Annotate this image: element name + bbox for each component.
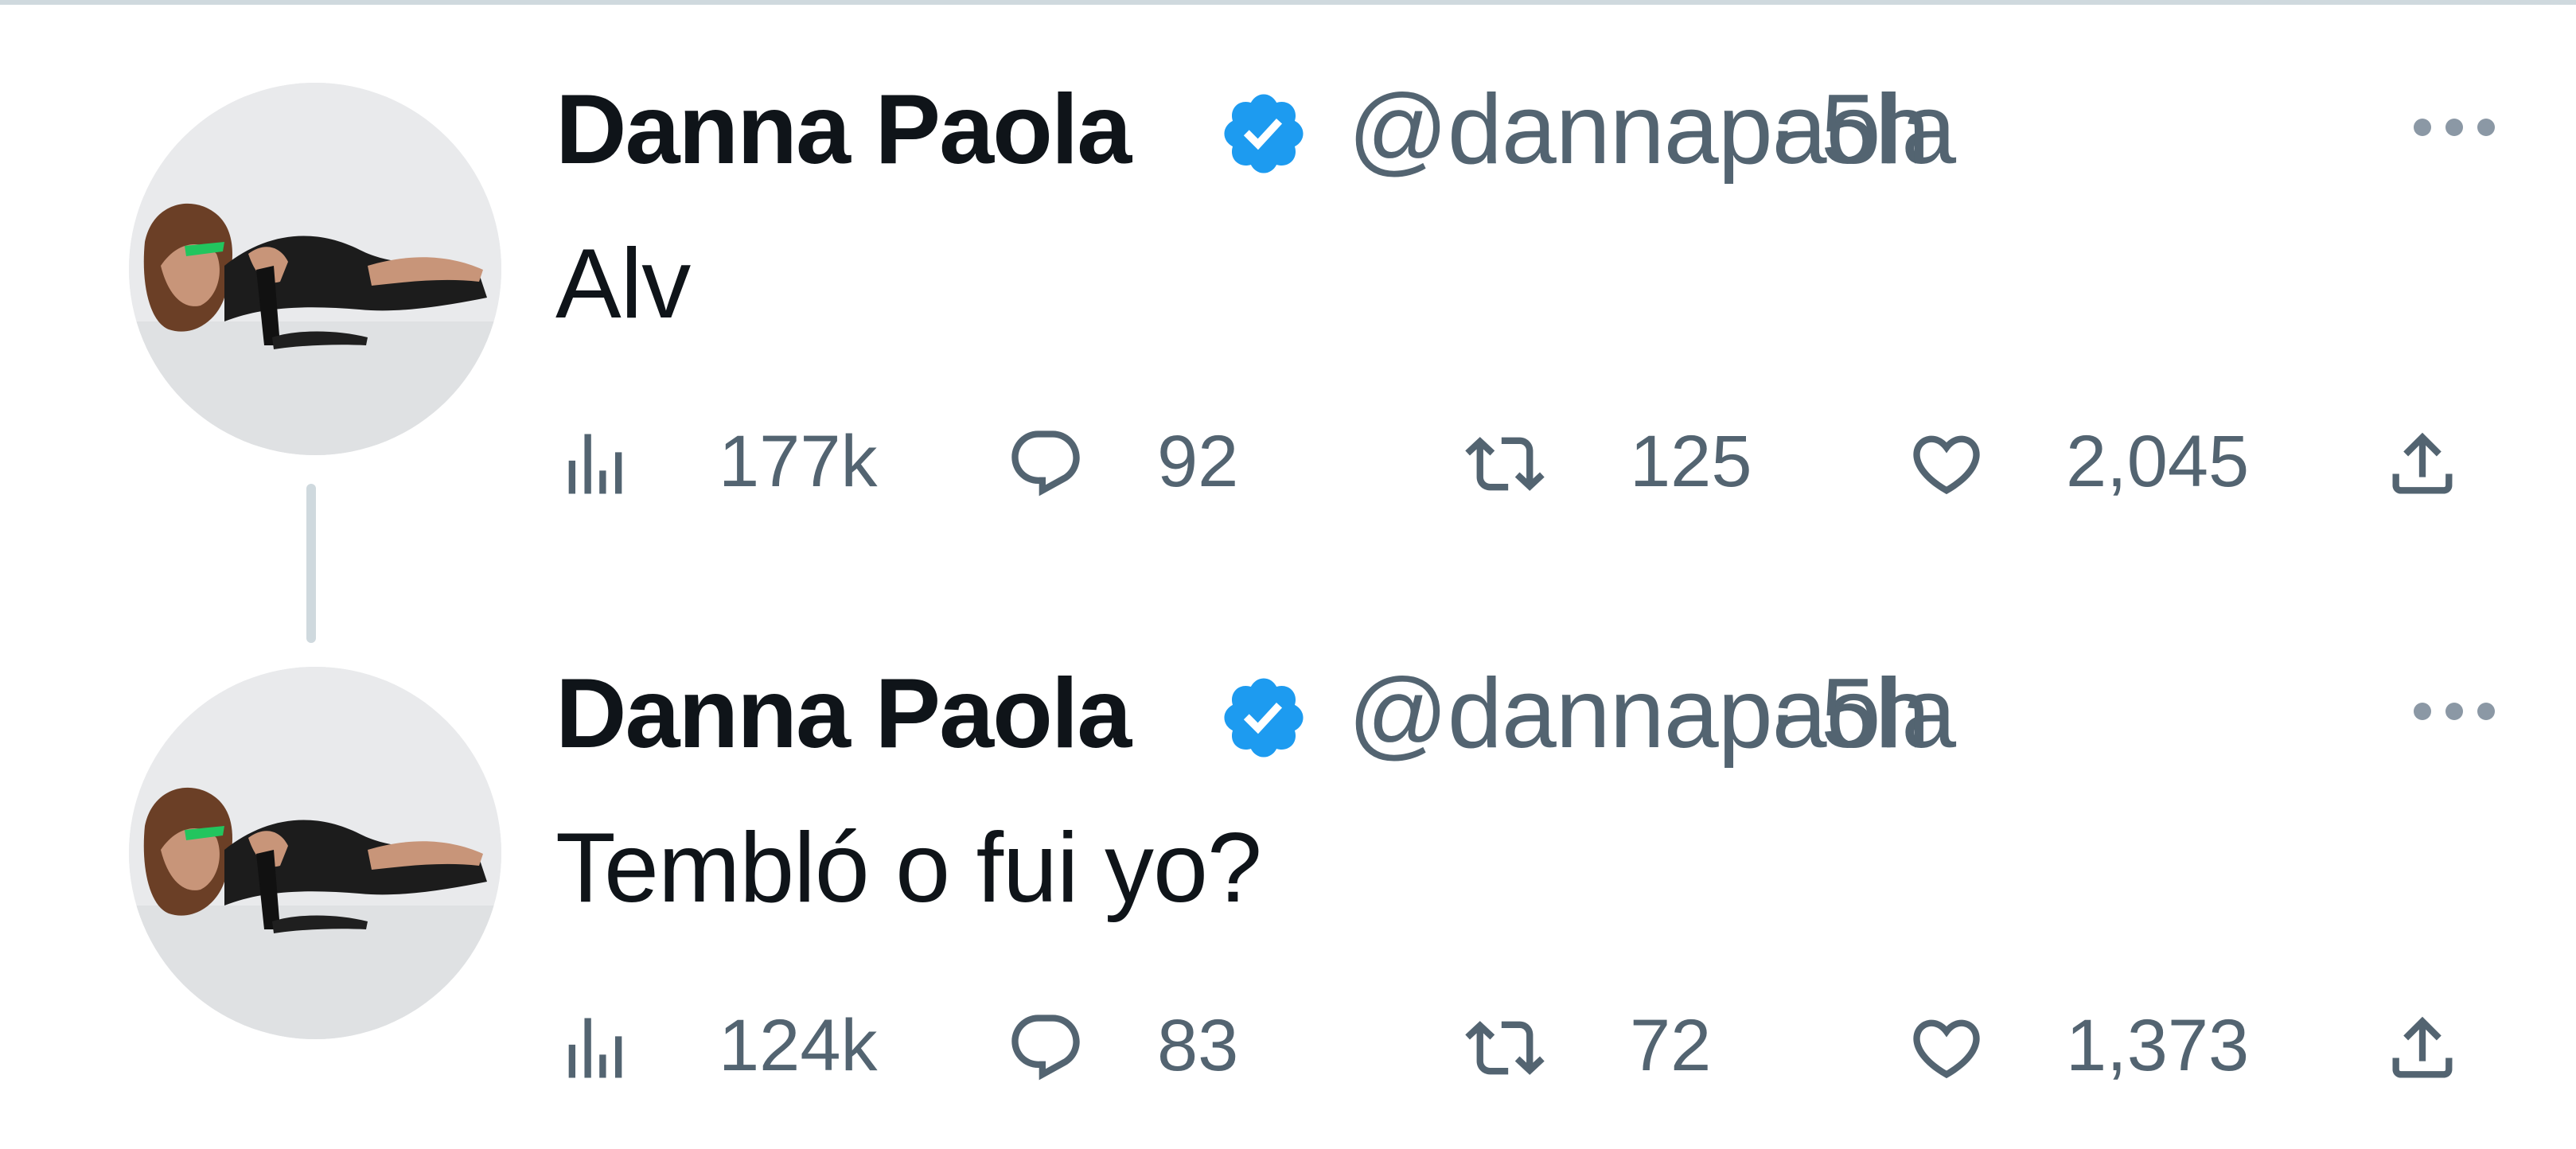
like-icon bbox=[1913, 1019, 1980, 1079]
like-count: 1,373 bbox=[2066, 1005, 2250, 1086]
reply-icon bbox=[1011, 430, 1080, 497]
timestamp[interactable]: 5h bbox=[1821, 654, 1930, 773]
verified-badge-icon[interactable] bbox=[1218, 672, 1310, 764]
reply-count: 92 bbox=[1157, 421, 1239, 502]
avatar-image bbox=[129, 667, 501, 1039]
tweet[interactable]: Danna Paola @dannapaola · 5h Tembló o fu… bbox=[0, 624, 2576, 1149]
tweet-header: Danna Paola @dannapaola · 5h bbox=[555, 654, 2465, 773]
like-icon bbox=[1913, 435, 1980, 495]
more-icon[interactable] bbox=[2405, 113, 2504, 142]
timestamp[interactable]: 5h bbox=[1821, 70, 1930, 189]
reply-icon bbox=[1011, 1015, 1080, 1081]
action-bar: 124k 83 72 1,373 bbox=[555, 986, 2505, 1105]
retweet-icon bbox=[1465, 437, 1545, 491]
retweet-icon bbox=[1465, 1021, 1545, 1075]
retweet-count: 72 bbox=[1630, 1005, 1712, 1086]
avatar-image bbox=[129, 83, 501, 455]
separator-dot: · bbox=[1767, 75, 1800, 185]
views-count: 124k bbox=[719, 1005, 878, 1086]
display-name[interactable]: Danna Paola bbox=[555, 654, 1132, 773]
reply-count: 83 bbox=[1157, 1005, 1239, 1086]
more-icon[interactable] bbox=[2405, 697, 2504, 726]
avatar[interactable] bbox=[129, 667, 501, 1039]
tweet-header: Danna Paola @dannapaola · 5h bbox=[555, 70, 2465, 189]
share-icon bbox=[2392, 1016, 2453, 1078]
like-count: 2,045 bbox=[2066, 421, 2250, 502]
tweet-text: Tembló o fui yo? bbox=[555, 813, 1262, 923]
views-icon bbox=[568, 1018, 622, 1078]
verified-badge-icon[interactable] bbox=[1218, 88, 1310, 180]
avatar[interactable] bbox=[129, 83, 501, 455]
share-icon bbox=[2392, 432, 2453, 494]
views-icon bbox=[568, 434, 622, 494]
display-name[interactable]: Danna Paola bbox=[555, 70, 1132, 189]
tweet-text: Alv bbox=[555, 229, 691, 339]
action-bar: 177k 92 125 2,045 bbox=[555, 402, 2505, 521]
retweet-count: 125 bbox=[1630, 421, 1752, 502]
tweet[interactable]: Danna Paola @dannapaola · 5h Alv 177k 92 bbox=[0, 40, 2576, 565]
separator-dot: · bbox=[1767, 659, 1800, 769]
views-count: 177k bbox=[719, 421, 878, 502]
top-divider bbox=[0, 0, 2576, 5]
